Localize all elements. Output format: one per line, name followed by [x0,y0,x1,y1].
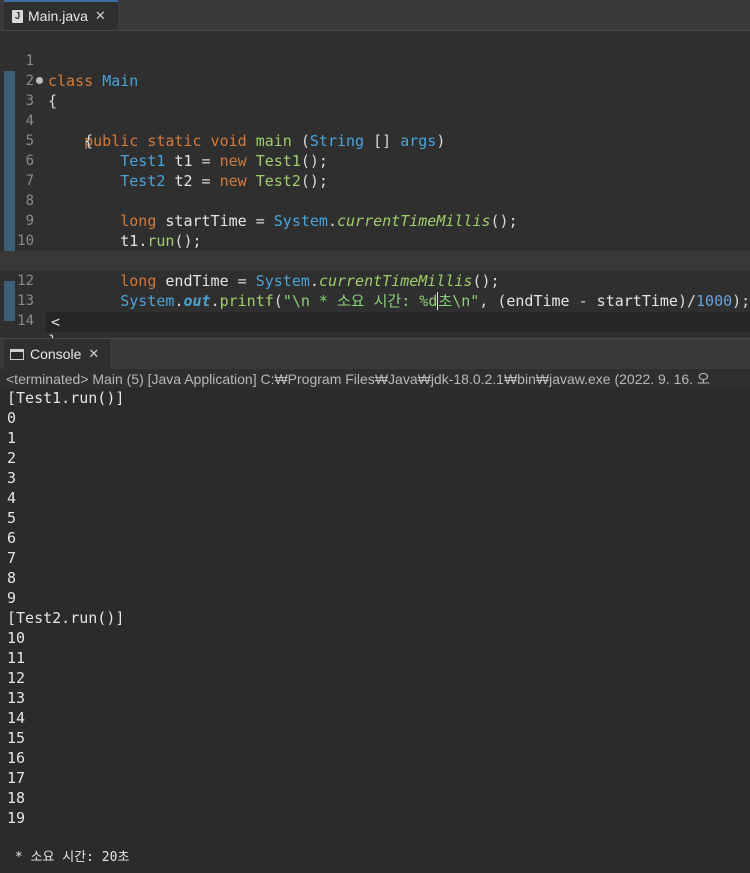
chevron-left-icon[interactable]: < [51,312,60,332]
console-line: 15 [7,729,26,747]
console-line: 17 [7,769,26,787]
console-output[interactable]: [Test1.run()] 0 1 2 3 4 5 6 7 8 9 [Test2… [0,388,750,873]
editor-tab-bar: J Main.java ✕ [0,0,750,31]
console-line: 5 [7,509,17,527]
code-line: 10 t2.run(); [0,211,750,270]
horizontal-scrollbar[interactable]: < [46,312,750,332]
code-line: 3 public static void main (String [] arg… [0,71,750,150]
console-line: 0 [7,409,17,427]
code-editor[interactable]: 1 class Main 2 { 3 public static void ma… [0,31,750,350]
console-line: * 소요 시간: 20초 [7,850,130,865]
code-line: 6 Test2 t2 = new Test2(); [0,131,750,190]
console-line: 14 [7,709,26,727]
close-icon[interactable]: ✕ [95,8,106,24]
code-line: 9 t1.run(); [0,191,750,250]
console-tab-label: Console [30,346,82,362]
editor-tab-label: Main.java [28,8,88,24]
code-line: 11 long endTime = System.currentTimeMill… [0,231,750,290]
line-number: 14 [17,313,34,329]
console-line: 10 [7,629,26,647]
console-line: 7 [7,549,17,567]
console-icon [10,348,24,360]
console-line: 11 [7,649,26,667]
console-line: [Test2.run()] [7,609,125,627]
override-marker-icon[interactable] [36,77,43,84]
code-line: 4 { [0,91,750,150]
code-line: 7 [0,151,750,189]
console-line: 4 [7,489,17,507]
console-line: 18 [7,789,26,807]
console-line: 3 [7,469,17,487]
console-tab-bar: Console ✕ [0,338,750,369]
code-line: 8 long startTime = System.currentTimeMil… [0,171,750,230]
tab-console[interactable]: Console ✕ [4,339,110,369]
console-line: 1 [7,429,17,447]
code-line: 5 Test1 t1 = new Test1(); [0,111,750,170]
close-icon[interactable]: ✕ [88,346,99,362]
code-line: 1 class Main [0,31,750,90]
console-line: 2 [7,449,17,467]
code-line: 2 { [0,51,750,110]
console-line: 6 [7,529,17,547]
console-line: 16 [7,749,26,767]
console-line: 8 [7,569,17,587]
code-line: 14 } [0,291,750,350]
editor-tab-main-java[interactable]: J Main.java ✕ [4,0,118,30]
console-status: <terminated> Main (5) [Java Application]… [6,371,710,387]
console-line: [Test1.run()] [7,389,125,407]
code-line-current: 12 System.out.printf("\n * 소요 시간: %d초\n"… [0,251,750,310]
console-line: 19 [7,809,26,827]
console-line: 9 [7,589,17,607]
console-line: 12 [7,669,26,687]
console-line: 13 [7,689,26,707]
code-line: 13 } [0,271,750,330]
java-file-icon: J [12,9,23,23]
